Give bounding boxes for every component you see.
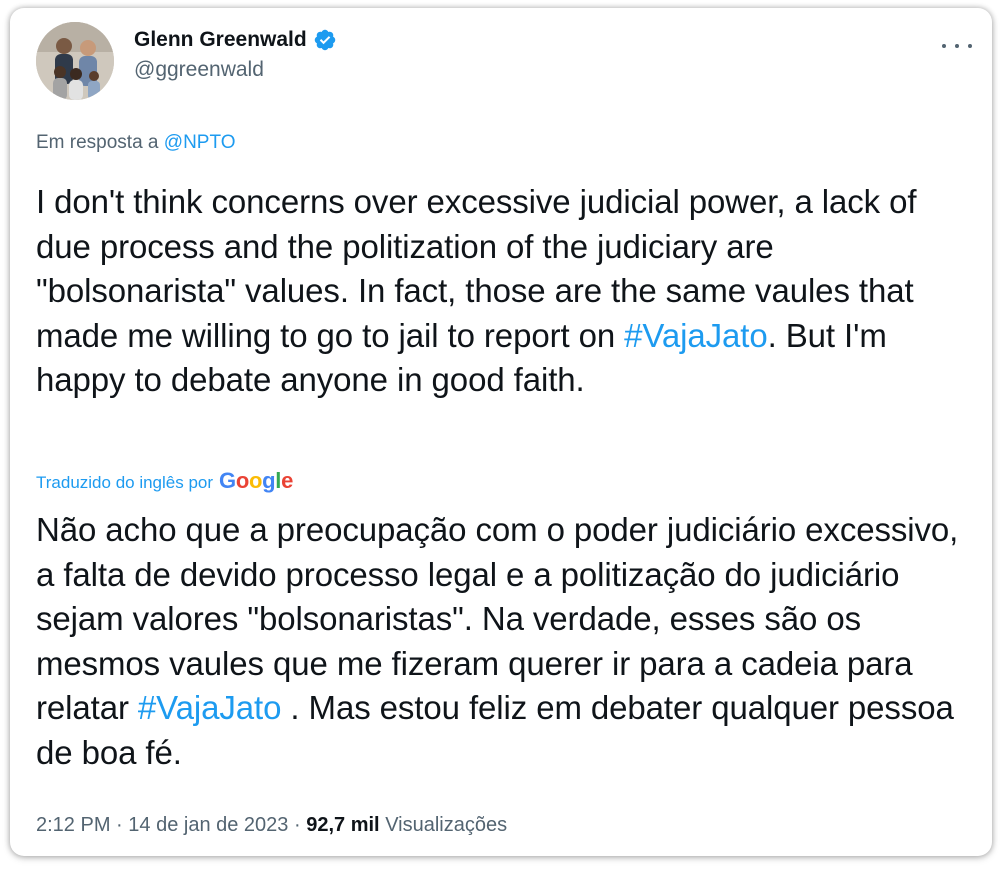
reply-context: Em resposta a @NPTO xyxy=(36,132,236,154)
author-names: Glenn Greenwald @ggreenwald xyxy=(134,28,337,82)
google-logo-letter: o xyxy=(248,468,263,493)
views-count: 92,7 mil xyxy=(306,814,380,836)
google-logo-letter: e xyxy=(281,468,294,493)
views-label: Visualizações xyxy=(385,814,508,836)
meta-separator: · xyxy=(116,814,123,836)
tweet-header: Glenn Greenwald @ggreenwald xyxy=(36,22,972,102)
display-name-row: Glenn Greenwald xyxy=(134,28,337,52)
translation-attribution[interactable]: Traduzido do inglês por Google xyxy=(36,468,293,494)
tweet-time[interactable]: 2:12 PM xyxy=(36,814,110,836)
tweet-card: Glenn Greenwald @ggreenwald Em resposta … xyxy=(10,8,992,856)
meta-separator: · xyxy=(294,814,301,836)
verified-badge-icon xyxy=(313,28,337,52)
display-name[interactable]: Glenn Greenwald xyxy=(134,28,307,52)
avatar[interactable] xyxy=(36,22,114,100)
handle[interactable]: @ggreenwald xyxy=(134,58,337,82)
translation-text: Não acho que a preocupação com o poder j… xyxy=(36,508,981,775)
reply-mention-link[interactable]: @NPTO xyxy=(164,132,236,153)
tweet-text: I don't think concerns over excessive ju… xyxy=(36,180,976,403)
tweet-date[interactable]: 14 de jan de 2023 xyxy=(128,814,288,836)
google-logo: Google xyxy=(219,468,293,494)
reply-prefix: Em resposta a xyxy=(36,132,159,153)
google-logo-letter: g xyxy=(262,468,276,493)
translation-label: Traduzido do inglês por xyxy=(36,473,214,492)
google-logo-letter: G xyxy=(219,468,236,493)
more-horizontal-icon[interactable] xyxy=(942,36,972,56)
google-logo-letter: o xyxy=(235,468,249,493)
tweet-meta: 2:12 PM · 14 de jan de 2023 · 92,7 mil V… xyxy=(36,814,507,837)
translation-hashtag-link[interactable]: #VajaJato xyxy=(138,689,282,726)
hashtag-link[interactable]: #VajaJato xyxy=(624,317,768,354)
